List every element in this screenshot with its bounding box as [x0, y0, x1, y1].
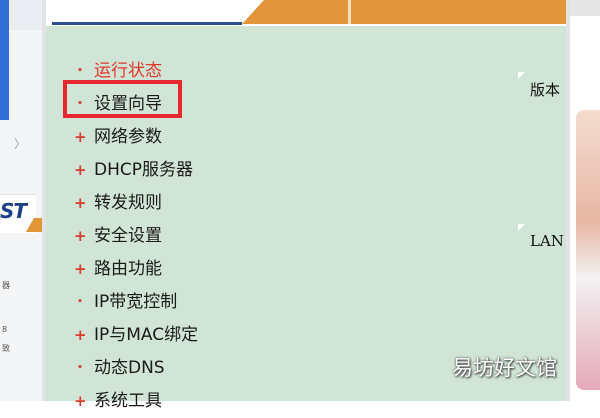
- menu-item-bandwidth[interactable]: • IP带宽控制: [70, 286, 198, 319]
- header-divider: [348, 0, 351, 24]
- menu-item-label: 路由功能: [94, 259, 162, 279]
- header-banner: [242, 0, 566, 24]
- sidebar-fragment-text: 器: [2, 281, 10, 290]
- plus-icon: +: [74, 194, 87, 212]
- menu-item-label: 网络参数: [94, 127, 162, 147]
- router-admin-page: • 运行状态 • 设置向导 + 网络参数 + DHCP服务器 + 转发规则 + …: [42, 0, 570, 411]
- menu-item-dhcp[interactable]: + DHCP服务器: [70, 154, 198, 187]
- sidebar-fragment-text: 致: [2, 344, 10, 353]
- menu-item-label: DHCP服务器: [94, 160, 193, 180]
- menu-item-ip-mac-binding[interactable]: + IP与MAC绑定: [70, 319, 198, 352]
- menu-item-security[interactable]: + 安全设置: [70, 220, 198, 253]
- window-accent-strip: [0, 0, 9, 120]
- menu-item-system-tools[interactable]: + 系统工具: [70, 385, 198, 418]
- menu-item-label: 系统工具: [94, 391, 162, 411]
- sidebar-fragment-text: 8: [2, 325, 8, 334]
- plus-icon: +: [74, 227, 87, 245]
- chevron-right-icon[interactable]: 〉: [14, 135, 28, 153]
- highlight-box: [63, 80, 182, 118]
- decorative-image: [576, 110, 600, 390]
- page-header: [46, 0, 566, 26]
- watermark-text: 易坊好文馆: [452, 356, 557, 380]
- version-label: 版本: [530, 81, 561, 99]
- header-rule: [52, 22, 242, 25]
- plus-icon: +: [74, 128, 87, 146]
- corner-mark-icon: [518, 224, 525, 231]
- brand-logo-text: ST: [0, 199, 27, 223]
- menu-item-label: 安全设置: [94, 226, 162, 246]
- corner-mark-icon: [518, 72, 525, 79]
- plus-icon: +: [74, 260, 87, 278]
- plus-icon: +: [74, 161, 87, 179]
- lan-label: LAN: [530, 232, 564, 250]
- menu-item-ddns[interactable]: • 动态DNS: [70, 352, 198, 385]
- window-toolbar: [570, 0, 600, 16]
- bullet-icon: •: [77, 363, 83, 373]
- menu-item-label: 动态DNS: [94, 358, 165, 378]
- bullet-icon: •: [77, 297, 83, 307]
- plus-icon: +: [74, 326, 87, 344]
- menu-item-network[interactable]: + 网络参数: [70, 121, 198, 154]
- menu-item-label: IP与MAC绑定: [94, 325, 199, 345]
- menu-item-label: 运行状态: [94, 61, 162, 81]
- menu-item-label: IP带宽控制: [94, 292, 178, 312]
- menu-item-forwarding[interactable]: + 转发规则: [70, 187, 198, 220]
- menu-item-label: 转发规则: [94, 193, 162, 213]
- plus-icon: +: [74, 392, 87, 410]
- background-window-right: [570, 0, 600, 401]
- menu-item-routing[interactable]: + 路由功能: [70, 253, 198, 286]
